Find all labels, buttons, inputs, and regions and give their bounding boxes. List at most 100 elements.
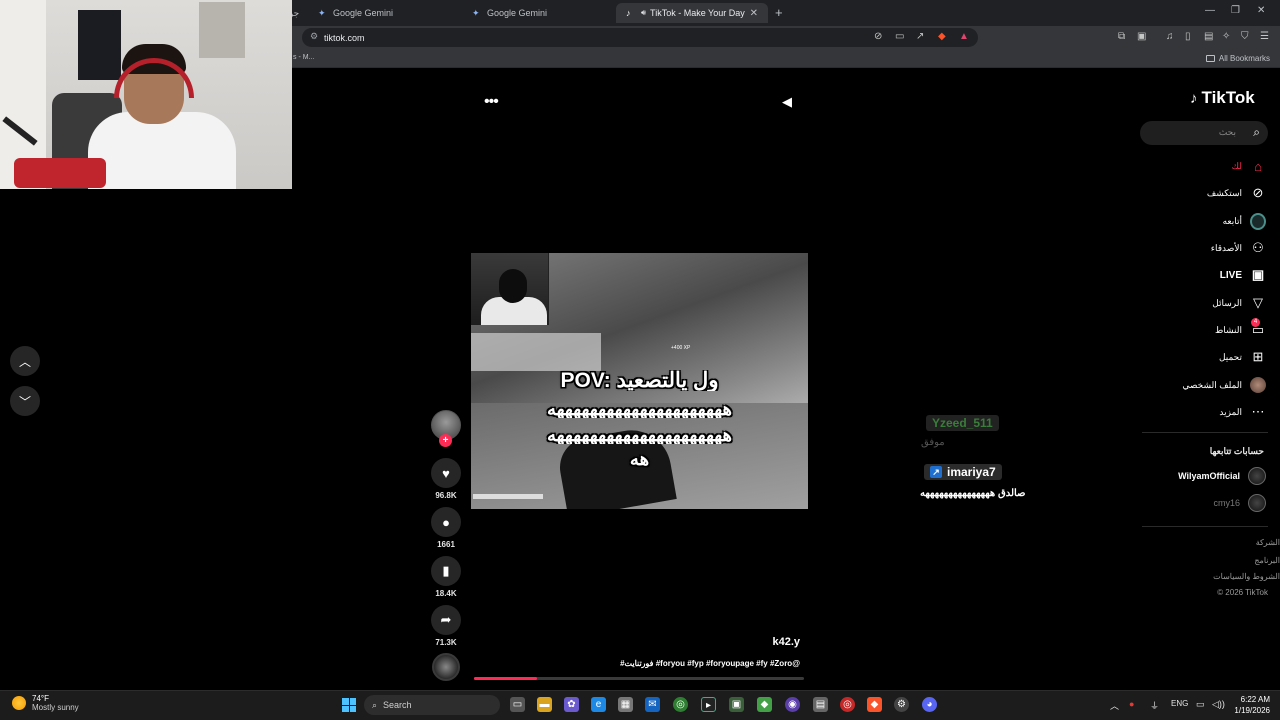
app-icon[interactable]: ▣ <box>729 697 744 712</box>
site-info-icon[interactable]: ⚙ <box>310 31 318 42</box>
all-bookmarks-label: All Bookmarks <box>1218 54 1270 63</box>
tab-tiktok[interactable]: ♪ 🔊︎ TikTok - Make Your Day ✕ <box>616 3 768 23</box>
tray-app-icon[interactable]: ● <box>1129 699 1134 709</box>
app-icon[interactable]: ▤ <box>813 697 828 712</box>
sidebar-item-for-you[interactable]: لك ⌂ <box>1232 157 1266 175</box>
search-input[interactable]: بحث ⌕ <box>1140 121 1268 145</box>
windows-taskbar <box>0 690 1280 720</box>
comment-action[interactable]: ● 1661 <box>430 507 462 549</box>
app-icon[interactable]: ◎ <box>840 697 855 712</box>
next-video-button[interactable]: ﹀ <box>10 386 40 416</box>
tab-google-gemini-2[interactable]: ✦ Google Gemini <box>462 3 612 23</box>
app-icon[interactable]: ◆ <box>757 697 772 712</box>
sound-disc[interactable] <box>432 653 460 681</box>
tab-google-gemini-1[interactable]: ✦ Google Gemini <box>308 3 458 23</box>
minimize-icon[interactable]: — <box>1205 5 1215 16</box>
network-icon[interactable]: ▭ <box>1196 699 1205 710</box>
weather-widget[interactable]: 74°F Mostly sunny <box>12 694 79 712</box>
search-icon: ⌕ <box>372 699 378 710</box>
bookmark-fragment[interactable]: s - M... <box>293 54 314 61</box>
volume-icon[interactable]: ◀︎ <box>782 94 792 110</box>
like-action[interactable]: ♥ 96.8K <box>430 458 462 500</box>
video-facecam-head <box>499 269 527 303</box>
sidebar-item-label: LIVE <box>1219 269 1242 281</box>
sidebar-item-more[interactable]: المزيد ⋯ <box>1219 403 1266 421</box>
start-button[interactable] <box>342 698 356 712</box>
file-explorer-icon[interactable]: ▬ <box>537 697 552 712</box>
taskbar-clock[interactable]: 6:22 AM 1/19/2026 <box>1230 694 1270 716</box>
volume-tray-icon[interactable]: ◁)) <box>1212 699 1225 710</box>
save-action[interactable]: ▮ 18.4K <box>430 556 462 598</box>
follow-button[interactable]: + <box>439 434 452 447</box>
video-progress-bar[interactable] <box>474 677 804 680</box>
heart-icon[interactable]: ♥ <box>431 458 461 488</box>
upload-icon: ⊞ <box>1252 349 1264 364</box>
extensions-icon[interactable]: ⧉ <box>1118 31 1125 42</box>
menu-icon[interactable]: ☰ <box>1260 31 1269 42</box>
tiktok-logo[interactable]: ♪ TikTok <box>1190 88 1255 108</box>
ai-icon[interactable]: ✧ <box>1222 31 1230 42</box>
following-account[interactable]: cmy16 <box>1213 494 1266 512</box>
copilot-icon[interactable]: ✿ <box>564 697 579 712</box>
sidebar-item-upload[interactable]: تحميل ⊞ <box>1219 348 1266 366</box>
sidebar-item-live[interactable]: LIVE ▣ <box>1220 266 1266 284</box>
all-bookmarks-button[interactable]: All Bookmarks <box>1205 54 1270 63</box>
footer-link-program[interactable]: البرنامج <box>1254 556 1280 565</box>
close-tab-icon[interactable]: ✕ <box>750 8 758 19</box>
app-icon[interactable]: ◉ <box>785 697 800 712</box>
microphone-icon[interactable]: ⏚ <box>1150 699 1159 712</box>
save-count: 18.4K <box>435 589 457 598</box>
brave-rewards-icon[interactable]: ▲ <box>959 31 969 42</box>
task-view-icon[interactable]: ▭ <box>510 697 525 712</box>
comment-icon[interactable]: ● <box>431 507 461 537</box>
video-author[interactable]: k42.y <box>700 636 800 648</box>
sidebar-icon[interactable]: ▯ <box>1185 31 1191 42</box>
new-tab-button[interactable]: + <box>775 5 783 20</box>
vpn-icon[interactable]: ⛉ <box>1241 31 1249 42</box>
tab-label: TikTok - Make Your Day <box>650 8 745 18</box>
xp-text: +400 XP <box>671 345 691 351</box>
no-media-icon[interactable]: ⊘ <box>874 31 882 42</box>
mail-icon[interactable]: ✉ <box>645 697 660 712</box>
picture-in-picture-icon[interactable]: ▭ <box>895 31 904 42</box>
sidebar-item-label: الملف الشخصي <box>1182 379 1242 390</box>
close-window-icon[interactable]: ✕ <box>1257 5 1265 16</box>
footer-link-company[interactable]: الشركة <box>1256 538 1280 547</box>
search-icon[interactable]: ⌕ <box>1253 125 1260 140</box>
terminal-icon[interactable]: ▸ <box>701 697 716 712</box>
video-player[interactable]: +400 XP POV: ول يالتصعيد ههههههههههههههه… <box>471 253 808 509</box>
bookmark-icon[interactable]: ▮ <box>431 556 461 586</box>
music-icon[interactable]: ♫ <box>1166 31 1174 42</box>
sidebar-item-messages[interactable]: الرسائل ▽ <box>1212 294 1266 312</box>
wallet-icon[interactable]: ▣ <box>1137 31 1146 42</box>
language-indicator[interactable]: ENG <box>1171 699 1188 708</box>
following-accounts-title: حسابات تتابعها <box>1209 446 1264 456</box>
brave-icon[interactable]: ◆ <box>867 697 882 712</box>
app-icon[interactable]: ◎ <box>673 697 688 712</box>
taskbar-search[interactable]: ⌕ Search <box>364 695 500 715</box>
sidebar-item-activity[interactable]: النشاط ▭ 4 <box>1215 318 1266 339</box>
search-placeholder: بحث <box>1218 127 1236 137</box>
settings-icon[interactable]: ⚙ <box>894 697 909 712</box>
previous-video-button[interactable]: ︿ <box>10 346 40 376</box>
sidebar-item-explore[interactable]: استكشف ⊘ <box>1207 184 1266 202</box>
address-text: tiktok.com <box>324 32 365 43</box>
store-icon[interactable]: ▦ <box>618 697 633 712</box>
edge-icon[interactable]: e <box>591 697 606 712</box>
footer-link-terms[interactable]: الشروط والسياسات <box>1213 572 1280 581</box>
maximize-icon[interactable]: ❐ <box>1231 5 1240 16</box>
webcam-poster <box>78 10 121 80</box>
folder-icon <box>1205 55 1215 62</box>
discord-icon[interactable]: ◕ <box>922 697 937 712</box>
brave-shields-icon[interactable]: ◆ <box>938 31 946 42</box>
share-icon[interactable]: ➦ <box>431 605 461 635</box>
share-page-icon[interactable]: ↗ <box>916 31 924 42</box>
sidebar-item-following[interactable]: أتابعه <box>1223 212 1266 230</box>
share-action[interactable]: ➦ 71.3K <box>430 605 462 647</box>
sidebar-item-profile[interactable]: الملف الشخصي <box>1182 376 1266 394</box>
sidebar-item-friends[interactable]: الأصدقاء ⚇ <box>1211 239 1266 257</box>
wallet2-icon[interactable]: ▤ <box>1204 31 1213 42</box>
tray-overflow-icon[interactable]: ︿ <box>1110 699 1119 712</box>
more-options-icon[interactable]: ••• <box>484 93 499 111</box>
following-account[interactable]: WilyamOfficial <box>1178 467 1266 485</box>
